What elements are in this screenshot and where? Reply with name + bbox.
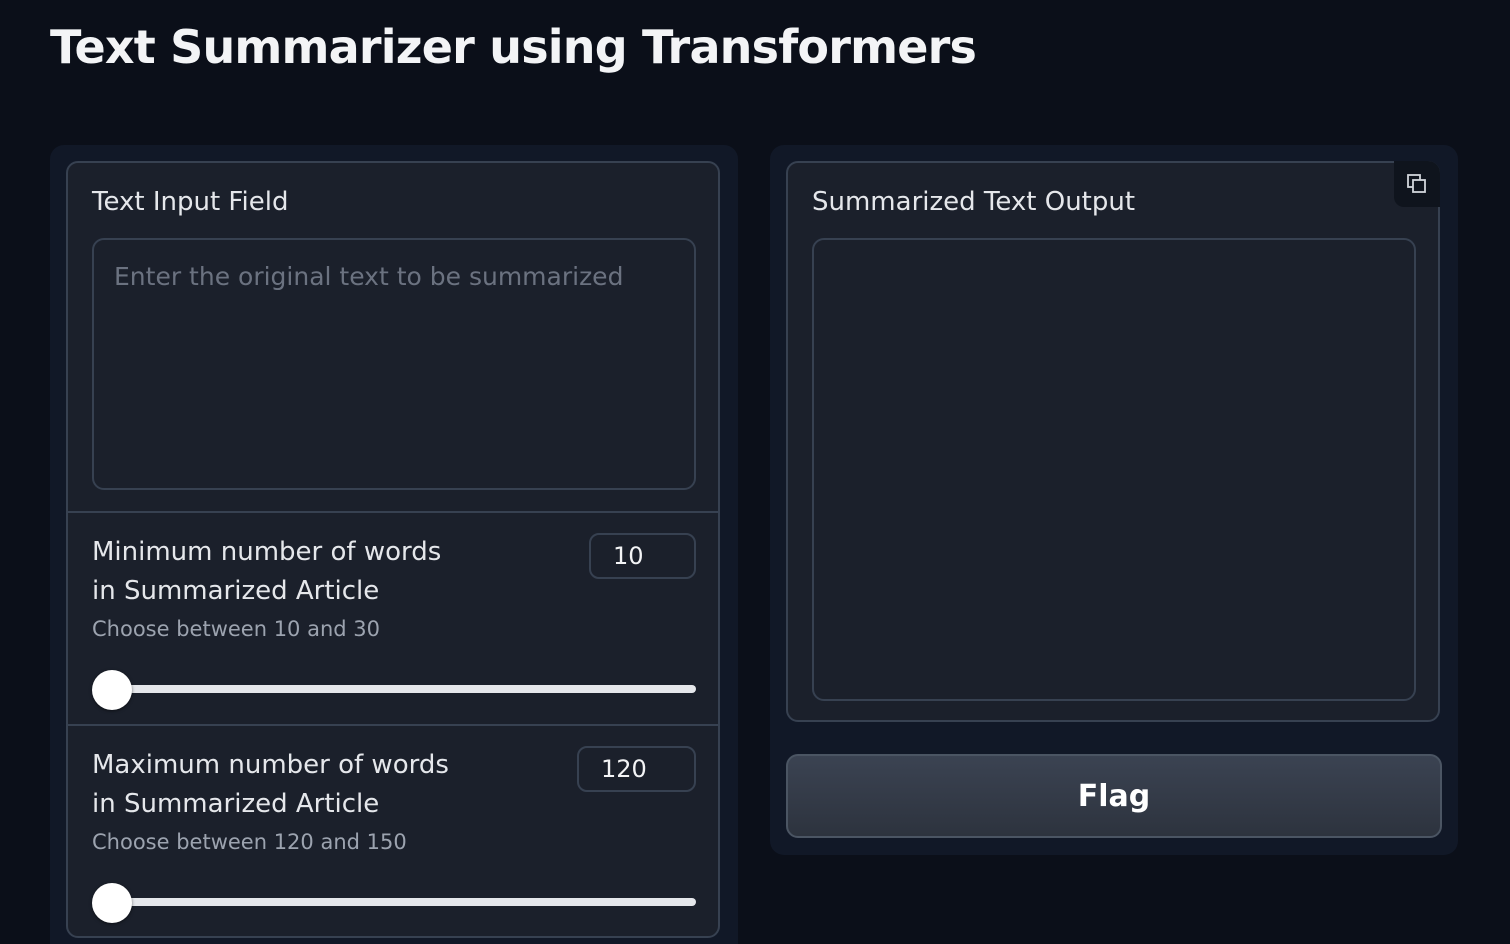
max-words-info: Choose between 120 and 150 (92, 830, 407, 854)
min-words-slider-thumb[interactable] (92, 670, 132, 710)
min-words-number-input[interactable] (589, 533, 696, 579)
max-words-number-input[interactable] (577, 746, 696, 792)
output-column: Summarized Text Output Flag (770, 145, 1458, 855)
copy-button[interactable] (1394, 161, 1440, 207)
min-words-slider-track[interactable] (112, 685, 696, 693)
text-input-label: Text Input Field (92, 187, 289, 217)
page-title: Text Summarizer using Transformers (50, 20, 977, 74)
min-words-section: Minimum number of words in Summarized Ar… (68, 511, 718, 726)
flag-button[interactable]: Flag (786, 754, 1442, 838)
output-label: Summarized Text Output (812, 187, 1136, 217)
max-words-slider-track[interactable] (112, 898, 696, 906)
app-page: Text Summarizer using Transformers Text … (0, 0, 1510, 944)
min-words-info: Choose between 10 and 30 (92, 617, 380, 641)
input-column: Text Input Field Minimum number of words… (50, 145, 738, 944)
summarized-text-output[interactable] (812, 238, 1416, 701)
copy-icon (1407, 174, 1426, 193)
input-form: Text Input Field Minimum number of words… (66, 161, 720, 938)
text-input-field[interactable] (92, 238, 696, 490)
output-panel: Summarized Text Output (786, 161, 1440, 722)
max-words-label: Maximum number of words in Summarized Ar… (92, 750, 449, 819)
text-input-section: Text Input Field (68, 163, 718, 511)
min-words-label: Minimum number of words in Summarized Ar… (92, 537, 442, 606)
max-words-slider-thumb[interactable] (92, 883, 132, 923)
max-words-section: Maximum number of words in Summarized Ar… (68, 724, 718, 936)
